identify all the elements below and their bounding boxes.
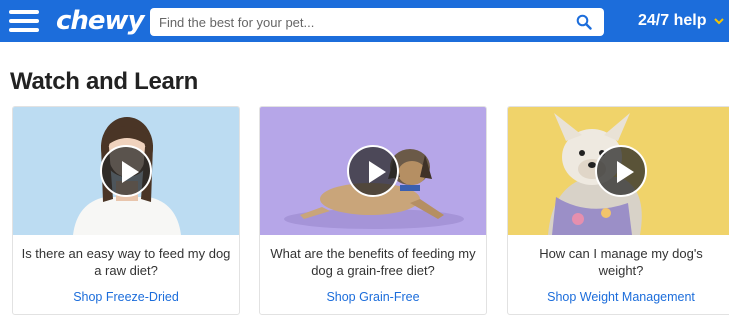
search-icon[interactable] xyxy=(576,14,592,30)
menu-icon[interactable] xyxy=(9,10,39,32)
play-icon[interactable] xyxy=(100,145,152,197)
video-thumbnail[interactable] xyxy=(508,107,729,235)
video-question: Is there an easy way to feed my dog a ra… xyxy=(21,246,231,278)
chewy-logo[interactable]: chewy xyxy=(56,3,145,39)
video-card: What are the benefits of feeding my dog … xyxy=(259,106,487,315)
video-thumbnail[interactable] xyxy=(13,107,239,235)
shop-link[interactable]: Shop Freeze-Dried xyxy=(13,290,239,304)
video-card: Is there an easy way to feed my dog a ra… xyxy=(12,106,240,315)
video-card: How can I manage my dog's weight? Shop W… xyxy=(507,106,729,315)
chevron-down-icon xyxy=(714,18,725,25)
video-question: How can I manage my dog's weight? xyxy=(539,246,703,278)
search-bar xyxy=(150,8,604,36)
help-label: 24/7 help xyxy=(638,12,707,29)
help-menu[interactable]: 24/7 help xyxy=(638,12,725,30)
section-title: Watch and Learn xyxy=(10,68,198,95)
search-input[interactable] xyxy=(150,9,560,35)
site-header: chewy 24/7 help xyxy=(0,0,729,42)
play-icon[interactable] xyxy=(595,145,647,197)
shop-link[interactable]: Shop Weight Management xyxy=(508,290,729,304)
play-icon[interactable] xyxy=(347,145,399,197)
video-thumbnail[interactable] xyxy=(260,107,486,235)
video-question: What are the benefits of feeding my dog … xyxy=(270,246,476,278)
shop-link[interactable]: Shop Grain-Free xyxy=(260,290,486,304)
